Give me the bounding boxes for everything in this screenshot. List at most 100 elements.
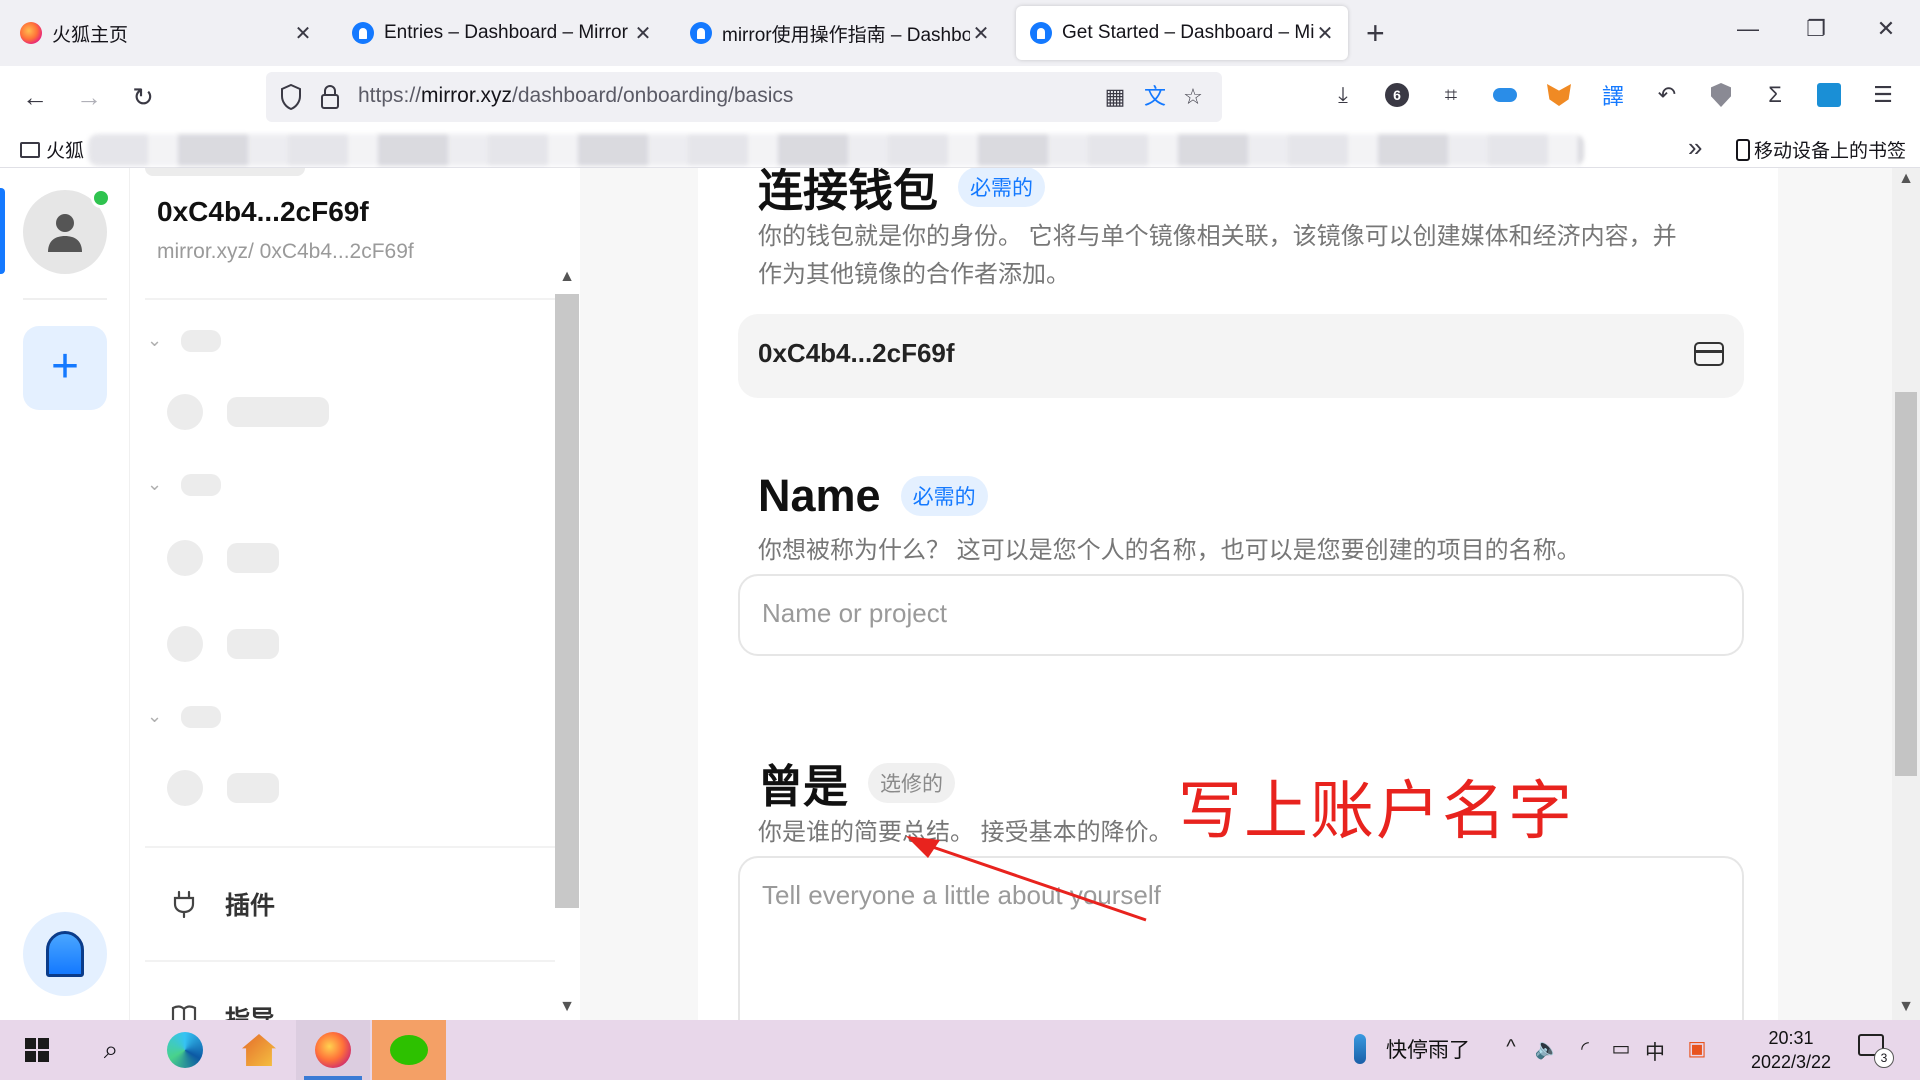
tab-entries[interactable]: Entries – Dashboard – Mirror ✕ [338, 6, 666, 60]
metamask-fox-icon[interactable] [1544, 80, 1574, 110]
rail-divider [23, 298, 107, 300]
translate-icon[interactable]: 文 [1142, 84, 1168, 110]
wallet-section-title: 连接钱包 必需的 [758, 168, 1046, 219]
annotation-arrow [906, 836, 1147, 922]
house-app-icon [242, 1034, 276, 1066]
start-button[interactable] [0, 1020, 74, 1080]
onboarding-form: 连接钱包 必需的 你的钱包就是你的身份。 它将与单个镜像相关联，该镜像可以创建媒… [698, 168, 1778, 1020]
clock-time: 20:31 [1768, 1028, 1814, 1048]
close-icon[interactable]: ✕ [970, 21, 992, 46]
required-badge: 必需的 [900, 476, 988, 516]
app-extension-icon[interactable] [1814, 80, 1844, 110]
url-host: mirror.xyz [421, 84, 513, 107]
wallet-address-box[interactable]: 0xC4b4...2cF69f [738, 314, 1744, 398]
notification-center[interactable]: 3 [1858, 1034, 1894, 1068]
chevron-down-icon[interactable]: ⌄ [147, 330, 162, 351]
tray-chevron-up-icon[interactable]: ^ [1496, 1036, 1526, 1059]
search-button[interactable]: ⌕ [74, 1020, 148, 1080]
main-area: 连接钱包 必需的 你的钱包就是你的身份。 它将与单个镜像相关联，该镜像可以创建媒… [580, 168, 1892, 1020]
sidebar-scrollbar[interactable]: ▲ ▼ [553, 168, 579, 1020]
sidebar-item-plugins[interactable]: 插件 [171, 886, 275, 922]
weather-widget[interactable]: 快停雨了 [1354, 1034, 1470, 1064]
lock-icon[interactable] [320, 84, 340, 110]
add-button[interactable]: + [23, 326, 107, 410]
folder-icon [20, 141, 40, 158]
volume-icon[interactable]: 🔈 [1532, 1036, 1562, 1061]
menu-icon[interactable]: ☰ [1868, 80, 1898, 110]
bio-title: 曾是 [758, 761, 849, 812]
taskbar-app[interactable] [222, 1020, 296, 1080]
name-input[interactable] [762, 598, 1702, 629]
download-icon[interactable]: ⤓ [1328, 80, 1358, 110]
extension-badge-count: 6 [1385, 83, 1409, 107]
restore-icon[interactable]: ❐ [1796, 16, 1836, 42]
bio-section-title: 曾是 选修的 [758, 750, 956, 815]
scrollbar-thumb[interactable] [1895, 392, 1917, 776]
mirror-icon [1030, 22, 1052, 44]
taskbar-firefox[interactable] [296, 1020, 370, 1080]
tab-guide[interactable]: mirror使用操作指南 – Dashboard ✕ [676, 6, 1004, 60]
battery-icon[interactable]: ▭ [1606, 1036, 1636, 1061]
minimize-icon[interactable]: — [1728, 16, 1768, 42]
avatar[interactable] [23, 188, 111, 274]
url-bar[interactable]: https://mirror.xyz/dashboard/onboarding/… [266, 72, 1222, 122]
chevron-down-icon[interactable]: ⌄ [147, 706, 162, 727]
bookmarks-bar: 火狐 » 移动设备上的书签 [0, 128, 1920, 168]
divider [145, 298, 555, 300]
sigma-icon[interactable]: Σ [1760, 80, 1790, 110]
scroll-down-icon[interactable]: ▼ [1892, 998, 1920, 1016]
extension-badge-icon[interactable]: 6 [1382, 80, 1412, 110]
optional-badge: 选修的 [868, 762, 956, 803]
scroll-down-icon[interactable]: ▼ [555, 998, 579, 1016]
mirror-logo[interactable] [23, 912, 107, 996]
bookmark-star-icon[interactable]: ☆ [1180, 84, 1206, 110]
wechat-icon [390, 1035, 428, 1065]
new-tab-button[interactable]: + [1366, 14, 1385, 52]
window-close-icon[interactable]: ✕ [1866, 16, 1906, 42]
close-icon[interactable]: ✕ [632, 21, 654, 46]
scroll-up-icon[interactable]: ▲ [1892, 170, 1920, 188]
reload-button[interactable]: ↻ [126, 80, 160, 114]
tab-title: 火狐主页 [52, 24, 129, 46]
qr-code-icon[interactable]: ▦ [1102, 84, 1128, 110]
dashboard-sidebar: 0xC4b4...2cF69f mirror.xyz/ 0xC4b4...2cF… [131, 168, 580, 1020]
forward-button[interactable]: → [72, 80, 106, 114]
shield-extension-icon[interactable] [1706, 80, 1736, 110]
tab-get-started[interactable]: Get Started – Dashboard – Mirror ✕ [1016, 6, 1348, 60]
taskbar-edge[interactable] [148, 1020, 222, 1080]
mobile-bookmarks[interactable]: 移动设备上的书签 [1736, 136, 1906, 163]
cloud-icon[interactable] [1490, 80, 1520, 110]
back-button[interactable]: ← [18, 80, 52, 114]
bio-field[interactable] [738, 856, 1744, 1020]
page-scrollbar[interactable]: ▲ ▼ [1892, 168, 1920, 1020]
wallet-card-icon[interactable] [1694, 342, 1724, 366]
scrollbar-thumb[interactable] [555, 294, 579, 908]
shield-icon[interactable] [280, 84, 302, 110]
tab-firefox-home[interactable]: 火狐主页 ✕ [6, 6, 326, 60]
wallet-description: 你的钱包就是你的身份。 它将与单个镜像相关联，该镜像可以创建媒体和经济内容，并作… [758, 223, 1677, 288]
bookmark-folder-label: 火狐 [46, 141, 85, 162]
skeleton-bar [227, 773, 279, 803]
tray-app-icon[interactable]: ▣ [1682, 1036, 1712, 1061]
name-field[interactable] [738, 574, 1744, 656]
double-chevron-icon[interactable]: » [1688, 132, 1702, 163]
chevron-down-icon[interactable]: ⌄ [147, 474, 162, 495]
taskbar-wechat[interactable] [372, 1020, 446, 1080]
url-scheme: https:// [358, 84, 422, 107]
edge-icon [167, 1032, 203, 1068]
sidebar-item-guide[interactable]: 指导 [171, 1000, 275, 1020]
crop-icon[interactable]: ⌗ [1436, 80, 1466, 110]
clock-date: 2022/3/22 [1750, 1052, 1832, 1072]
ime-indicator[interactable]: 中 [1640, 1036, 1670, 1065]
bookmark-folder[interactable]: 火狐 [20, 136, 84, 163]
undo-icon[interactable]: ↶ [1652, 80, 1682, 110]
url-text[interactable]: https://mirror.xyz/dashboard/onboarding/… [358, 84, 793, 108]
clock[interactable]: 20:31 2022/3/22 [1736, 1026, 1846, 1074]
close-icon[interactable]: ✕ [292, 21, 314, 46]
close-icon[interactable]: ✕ [1314, 21, 1336, 46]
notification-count: 3 [1874, 1048, 1894, 1068]
scroll-up-icon[interactable]: ▲ [555, 268, 579, 286]
translator-icon[interactable]: 譯 [1598, 80, 1628, 110]
wifi-icon[interactable]: ◜ [1570, 1036, 1600, 1061]
firefox-icon [20, 22, 42, 44]
